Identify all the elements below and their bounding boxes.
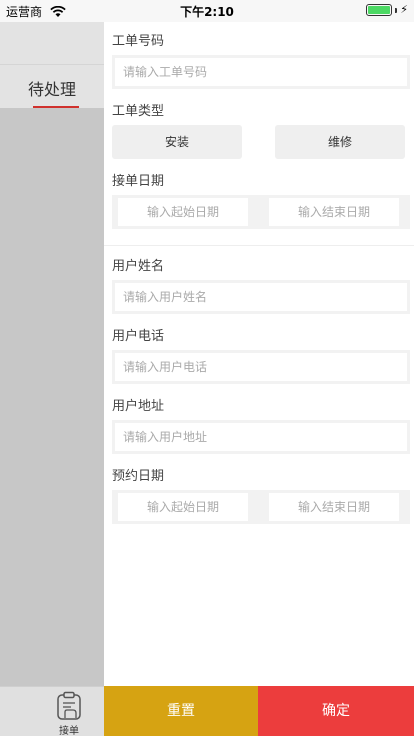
user-phone-placeholder: 请输入用户电话 bbox=[115, 353, 407, 381]
accept-date-range: 输入起始日期 输入结束日期 bbox=[112, 195, 410, 229]
status-time: 下午2:10 bbox=[180, 5, 234, 19]
appointment-date-label: 预约日期 bbox=[112, 469, 165, 484]
accept-date-label: 接单日期 bbox=[112, 174, 165, 189]
reset-button[interactable]: 重置 bbox=[104, 686, 258, 736]
battery-tip bbox=[395, 7, 398, 13]
section-divider bbox=[104, 245, 414, 246]
work-order-no-input[interactable]: 请输入工单号码 bbox=[112, 55, 410, 89]
appointment-date-start[interactable]: 输入起始日期 bbox=[118, 493, 248, 521]
bottom-tab-accept[interactable]: 接单 bbox=[0, 686, 104, 736]
user-name-placeholder: 请输入用户姓名 bbox=[115, 283, 407, 311]
left-panel: 待处理 bbox=[0, 0, 104, 686]
battery-icon bbox=[366, 4, 393, 16]
work-order-no-placeholder: 请输入工单号码 bbox=[115, 58, 407, 86]
appointment-date-range: 输入起始日期 输入结束日期 bbox=[112, 490, 410, 524]
work-order-no-label: 工单号码 bbox=[112, 34, 165, 49]
left-panel-header bbox=[0, 22, 104, 64]
clipboard-hand-icon bbox=[57, 691, 81, 720]
confirm-button[interactable]: 确定 bbox=[258, 686, 414, 736]
user-phone-input[interactable]: 请输入用户电话 bbox=[112, 350, 410, 384]
tab-active-indicator bbox=[33, 106, 79, 108]
status-right: ⚡ bbox=[366, 4, 408, 16]
work-order-type-label: 工单类型 bbox=[112, 104, 165, 119]
type-repair-button[interactable]: 维修 bbox=[275, 125, 405, 159]
bottom-tab-label: 接单 bbox=[59, 726, 79, 736]
status-bar: 运营商 下午2:10 ⚡ bbox=[0, 0, 414, 22]
accept-date-start[interactable]: 输入起始日期 bbox=[118, 198, 248, 226]
user-address-input[interactable]: 请输入用户地址 bbox=[112, 420, 410, 454]
user-phone-label: 用户电话 bbox=[112, 329, 165, 344]
appointment-date-end[interactable]: 输入结束日期 bbox=[269, 493, 399, 521]
user-address-label: 用户地址 bbox=[112, 399, 165, 414]
charging-icon: ⚡ bbox=[400, 3, 408, 16]
search-form: 工单号码 请输入工单号码 工单类型 安装 维修 接单日期 输入起始日期 输入结束… bbox=[104, 22, 414, 686]
user-address-placeholder: 请输入用户地址 bbox=[115, 423, 407, 451]
accept-date-end[interactable]: 输入结束日期 bbox=[269, 198, 399, 226]
tab-pending-label: 待处理 bbox=[27, 80, 76, 99]
user-name-input[interactable]: 请输入用户姓名 bbox=[112, 280, 410, 314]
type-install-button[interactable]: 安装 bbox=[112, 125, 242, 159]
user-name-label: 用户姓名 bbox=[112, 259, 165, 274]
tab-pending[interactable]: 待处理 bbox=[0, 64, 104, 108]
